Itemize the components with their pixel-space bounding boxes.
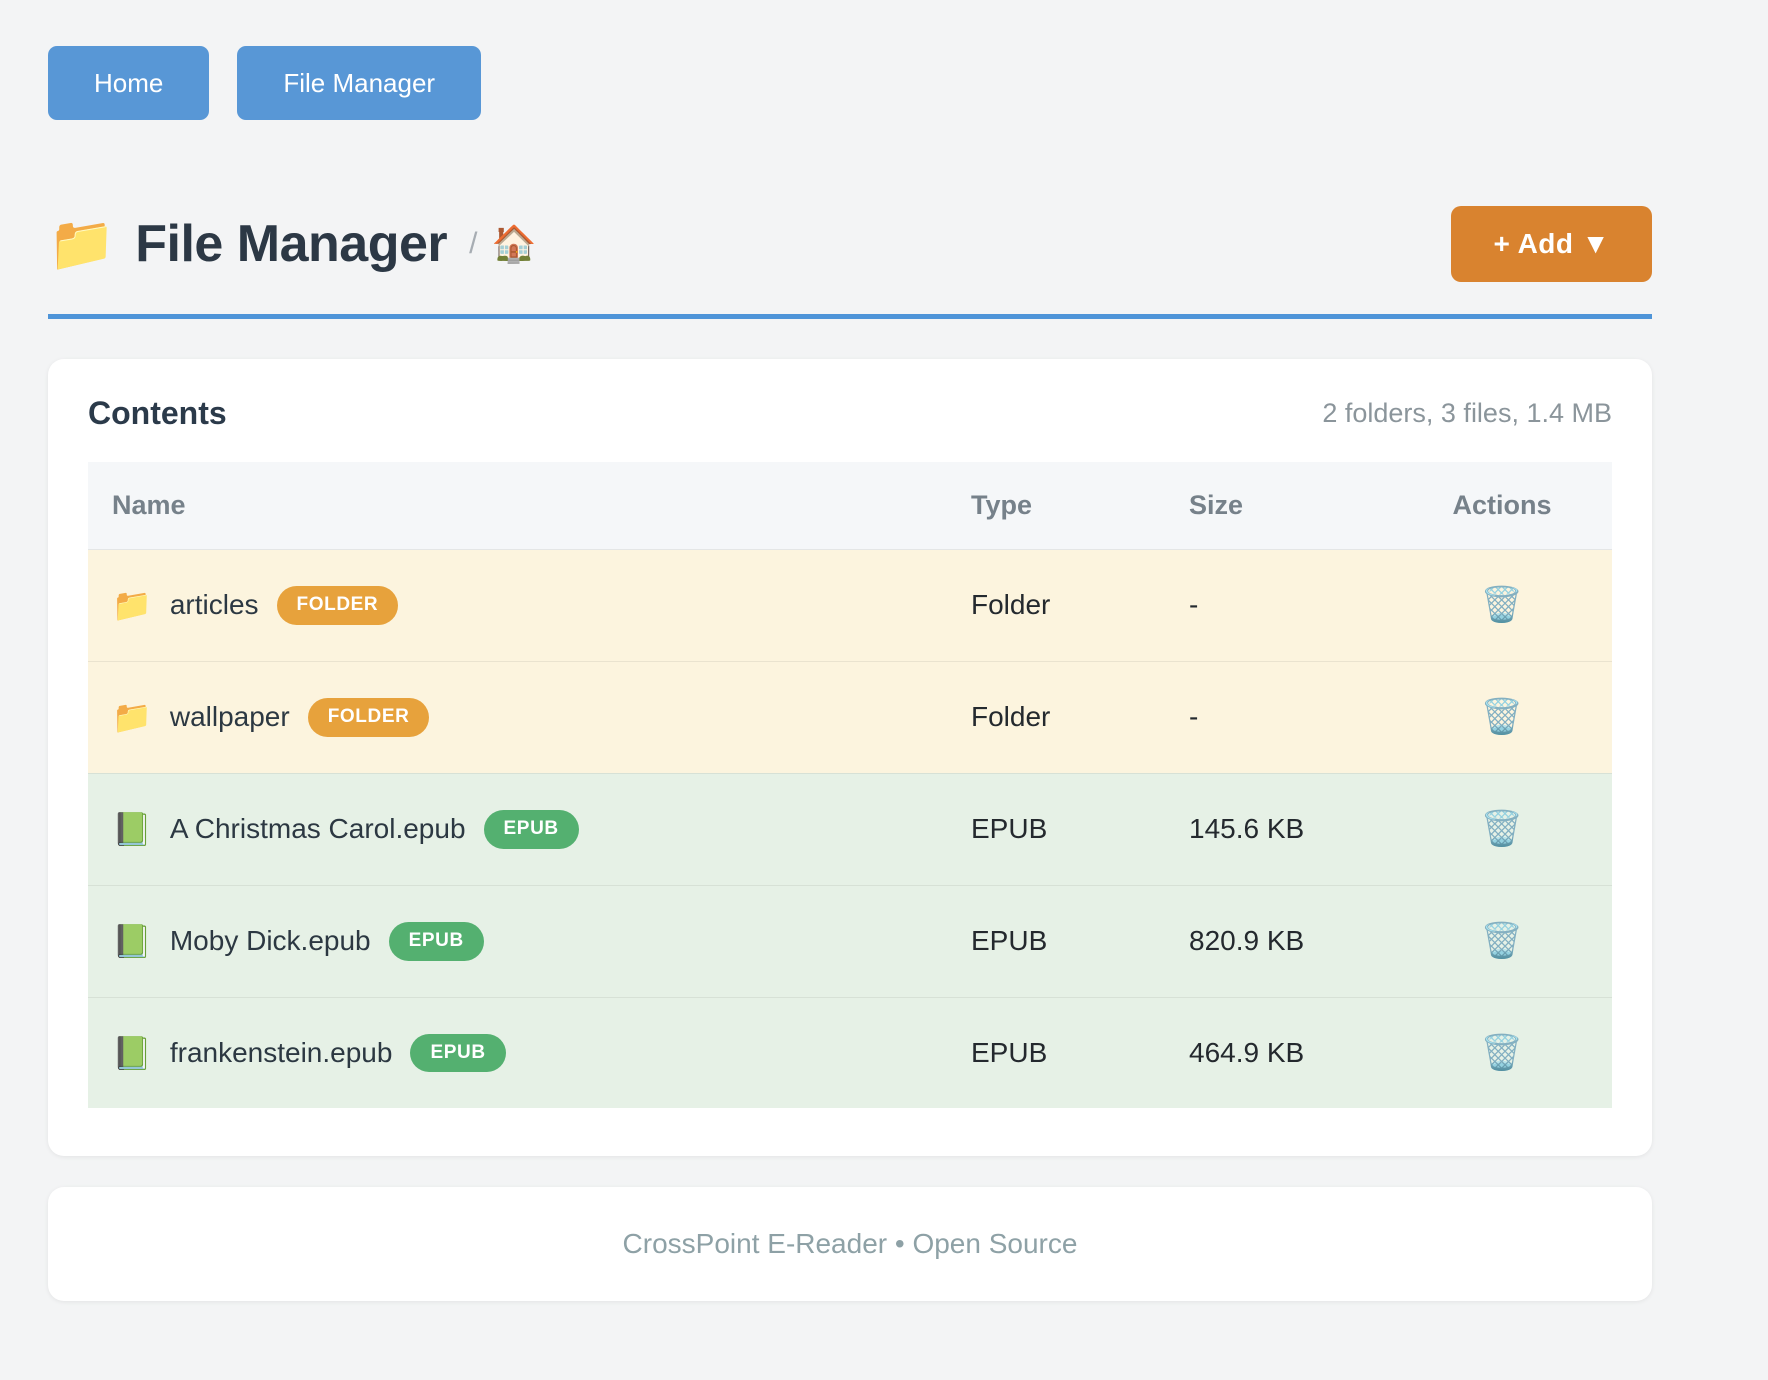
column-header-size: Size: [1165, 462, 1392, 550]
table-header-row: Name Type Size Actions: [88, 462, 1612, 550]
file-type: EPUB: [947, 885, 1165, 997]
file-type: EPUB: [947, 773, 1165, 885]
file-link[interactable]: 📗 Moby Dick.epub EPUB: [112, 922, 923, 961]
file-size: 145.6 KB: [1165, 773, 1392, 885]
file-size: -: [1165, 550, 1392, 662]
folder-icon: 📁: [112, 701, 152, 733]
contents-card-header: Contents 2 folders, 3 files, 1.4 MB: [88, 395, 1612, 432]
top-nav: Home File Manager: [48, 0, 1652, 120]
book-icon: 📗: [112, 925, 152, 957]
footer: CrossPoint E-Reader • Open Source: [48, 1187, 1652, 1301]
file-name: Moby Dick.epub: [170, 925, 371, 957]
table-row: 📁 articles FOLDER Folder - 🗑️: [88, 550, 1612, 662]
file-type: Folder: [947, 661, 1165, 773]
trash-icon[interactable]: 🗑️: [1481, 588, 1523, 622]
book-icon: 📗: [112, 1037, 152, 1069]
table-row: 📗 A Christmas Carol.epub EPUB EPUB 145.6…: [88, 773, 1612, 885]
table-row: 📁 wallpaper FOLDER Folder - 🗑️: [88, 661, 1612, 773]
footer-text: CrossPoint E-Reader • Open Source: [623, 1228, 1078, 1259]
column-header-actions: Actions: [1392, 462, 1612, 550]
contents-summary: 2 folders, 3 files, 1.4 MB: [1322, 398, 1612, 429]
file-link[interactable]: 📗 frankenstein.epub EPUB: [112, 1034, 923, 1073]
type-badge: FOLDER: [308, 698, 430, 737]
contents-card: Contents 2 folders, 3 files, 1.4 MB Name…: [48, 359, 1652, 1156]
book-icon: 📗: [112, 813, 152, 845]
title-divider: [48, 314, 1652, 319]
page-header: 📁 File Manager / 🏠 + Add ▼: [48, 206, 1652, 282]
file-size: 820.9 KB: [1165, 885, 1392, 997]
file-name: articles: [170, 589, 259, 621]
file-name: wallpaper: [170, 701, 290, 733]
file-manager-button[interactable]: File Manager: [237, 46, 481, 120]
folder-link[interactable]: 📁 articles FOLDER: [112, 586, 923, 625]
page-title-group: 📁 File Manager / 🏠: [48, 214, 536, 274]
breadcrumb: / 🏠: [469, 226, 536, 262]
trash-icon[interactable]: 🗑️: [1481, 1036, 1523, 1070]
type-badge: EPUB: [389, 922, 484, 961]
file-type: EPUB: [947, 997, 1165, 1108]
trash-icon[interactable]: 🗑️: [1481, 924, 1523, 958]
contents-title: Contents: [88, 395, 227, 432]
column-header-name: Name: [88, 462, 947, 550]
file-name: frankenstein.epub: [170, 1037, 393, 1069]
trash-icon[interactable]: 🗑️: [1481, 700, 1523, 734]
folder-link[interactable]: 📁 wallpaper FOLDER: [112, 698, 923, 737]
home-button[interactable]: Home: [48, 46, 209, 120]
type-badge: FOLDER: [277, 586, 399, 625]
file-table: Name Type Size Actions 📁 articles FOLDER…: [88, 462, 1612, 1108]
breadcrumb-separator: /: [469, 227, 477, 261]
page: Home File Manager 📁 File Manager / 🏠 + A…: [48, 0, 1652, 1301]
file-type: Folder: [947, 550, 1165, 662]
page-title: File Manager: [135, 214, 447, 274]
file-name: A Christmas Carol.epub: [170, 813, 466, 845]
file-size: -: [1165, 661, 1392, 773]
table-row: 📗 Moby Dick.epub EPUB EPUB 820.9 KB 🗑️: [88, 885, 1612, 997]
add-button[interactable]: + Add ▼: [1451, 206, 1652, 282]
type-badge: EPUB: [484, 810, 579, 849]
folder-icon: 📁: [112, 589, 152, 621]
folder-icon: 📁: [48, 217, 115, 271]
type-badge: EPUB: [410, 1034, 505, 1073]
column-header-type: Type: [947, 462, 1165, 550]
home-icon[interactable]: 🏠: [491, 226, 536, 262]
table-row: 📗 frankenstein.epub EPUB EPUB 464.9 KB 🗑…: [88, 997, 1612, 1108]
file-link[interactable]: 📗 A Christmas Carol.epub EPUB: [112, 810, 923, 849]
trash-icon[interactable]: 🗑️: [1481, 812, 1523, 846]
file-size: 464.9 KB: [1165, 997, 1392, 1108]
